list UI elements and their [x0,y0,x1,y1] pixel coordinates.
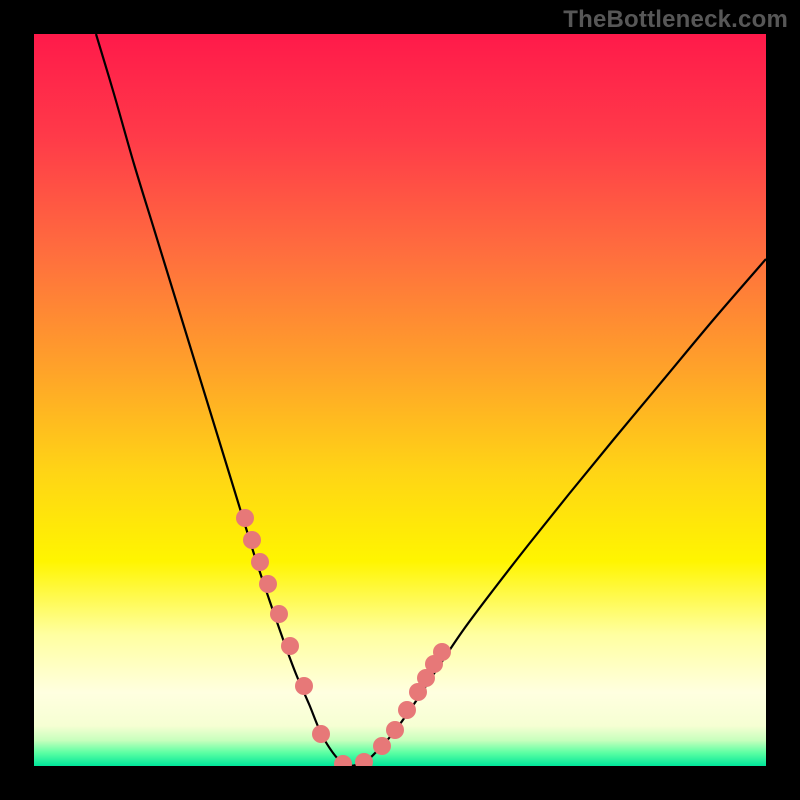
watermark-text: TheBottleneck.com [563,6,788,34]
plot-area [34,34,766,766]
highlight-dot [270,605,288,623]
highlight-dot [281,637,299,655]
highlight-dot [386,721,404,739]
highlight-dot [236,509,254,527]
highlight-dot [398,701,416,719]
highlight-dot [312,725,330,743]
highlight-dot [243,531,261,549]
highlight-dot [433,643,451,661]
chart-frame: TheBottleneck.com [0,0,800,800]
highlight-dot [295,677,313,695]
highlight-dot [373,737,391,755]
highlight-dot [334,755,352,766]
highlight-dots [34,34,766,766]
highlight-dot [251,553,269,571]
highlight-dot [259,575,277,593]
highlight-dot [355,753,373,766]
